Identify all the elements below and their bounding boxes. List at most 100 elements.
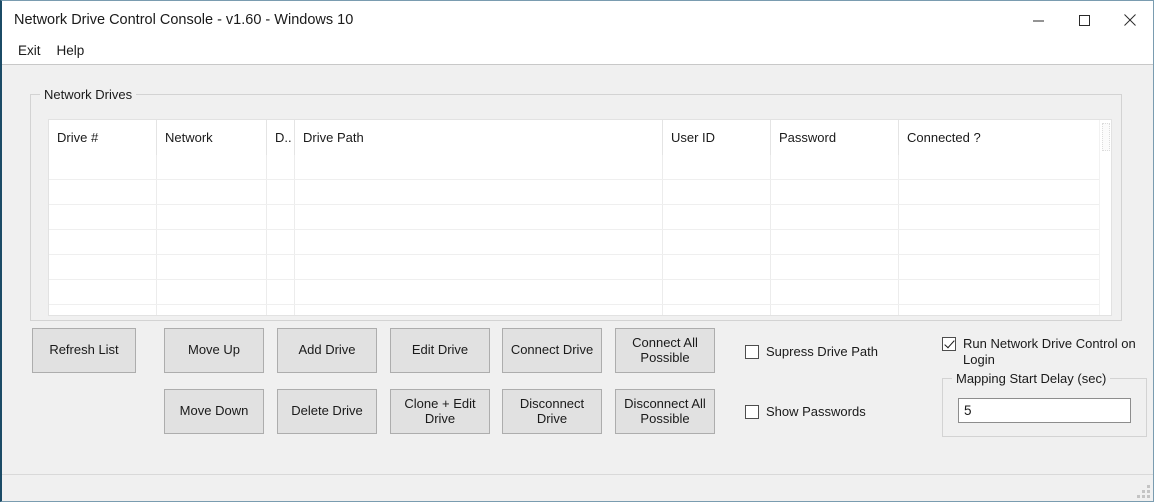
table-cell[interactable] (49, 155, 157, 179)
table-cell[interactable] (267, 255, 295, 279)
close-icon (1123, 13, 1137, 27)
table-cell[interactable] (295, 155, 663, 179)
table-cell[interactable] (295, 205, 663, 229)
table-cell[interactable] (295, 180, 663, 204)
app-window: Network Drive Control Console - v1.60 - … (0, 0, 1154, 502)
table-cell[interactable] (899, 230, 1101, 254)
table-cell[interactable] (771, 155, 899, 179)
run-on-login-label: Run Network Drive Control on Login (963, 336, 1143, 367)
run-on-login-checkbox-row[interactable]: Run Network Drive Control on Login (942, 336, 1147, 367)
column-header-connected[interactable]: Connected ? (899, 120, 1101, 155)
minimize-icon (1032, 14, 1045, 27)
table-cell[interactable] (49, 180, 157, 204)
table-cell[interactable] (267, 155, 295, 179)
table-cell[interactable] (771, 255, 899, 279)
table-row[interactable] (49, 230, 1111, 255)
table-row[interactable] (49, 205, 1111, 230)
table-cell[interactable] (663, 255, 771, 279)
disconnect-drive-button[interactable]: Disconnect Drive (502, 389, 602, 434)
table-cell[interactable] (771, 305, 899, 316)
table-cell[interactable] (295, 230, 663, 254)
table-cell[interactable] (899, 305, 1101, 316)
table-row[interactable] (49, 155, 1111, 180)
table-cell[interactable] (49, 255, 157, 279)
table-cell[interactable] (899, 280, 1101, 304)
mapping-start-delay-label: Mapping Start Delay (sec) (952, 371, 1110, 386)
table-cell[interactable] (663, 280, 771, 304)
maximize-button[interactable] (1061, 1, 1107, 39)
connect-all-possible-button[interactable]: Connect All Possible (615, 328, 715, 373)
column-header-user-id[interactable]: User ID (663, 120, 771, 155)
table-cell[interactable] (899, 155, 1101, 179)
table-cell[interactable] (157, 255, 267, 279)
column-header-drive-path[interactable]: Drive Path (295, 120, 663, 155)
column-header-d[interactable]: D.. (267, 120, 295, 155)
table-cell[interactable] (157, 180, 267, 204)
table-row[interactable] (49, 255, 1111, 280)
column-header-password[interactable]: Password (771, 120, 899, 155)
table-cell[interactable] (157, 230, 267, 254)
table-cell[interactable] (295, 255, 663, 279)
supress-drive-path-label: Supress Drive Path (766, 344, 878, 360)
table-cell[interactable] (771, 180, 899, 204)
window-controls (1015, 1, 1153, 39)
edit-drive-button[interactable]: Edit Drive (390, 328, 490, 373)
table-cell[interactable] (49, 230, 157, 254)
menu-bar: Exit Help (2, 39, 1153, 62)
run-on-login-checkbox[interactable] (942, 337, 956, 351)
table-cell[interactable] (899, 205, 1101, 229)
table-cell[interactable] (267, 230, 295, 254)
table-cell[interactable] (267, 180, 295, 204)
disconnect-all-possible-button[interactable]: Disconnect All Possible (615, 389, 715, 434)
table-cell[interactable] (295, 305, 663, 316)
table-row[interactable] (49, 305, 1111, 316)
show-passwords-checkbox[interactable] (745, 405, 759, 419)
table-cell[interactable] (267, 280, 295, 304)
table-cell[interactable] (771, 280, 899, 304)
show-passwords-checkbox-row[interactable]: Show Passwords (745, 404, 866, 420)
table-cell[interactable] (663, 205, 771, 229)
table-cell[interactable] (899, 255, 1101, 279)
supress-drive-path-checkbox-row[interactable]: Supress Drive Path (745, 344, 878, 360)
table-cell[interactable] (663, 180, 771, 204)
network-drives-table[interactable]: Drive # Network D.. Drive Path User ID P… (48, 119, 1112, 316)
table-cell[interactable] (663, 230, 771, 254)
table-scrollbar-thumb[interactable] (1102, 123, 1110, 151)
delete-drive-button[interactable]: Delete Drive (277, 389, 377, 434)
refresh-list-button[interactable]: Refresh List (32, 328, 136, 373)
close-button[interactable] (1107, 1, 1153, 39)
mapping-start-delay-input[interactable]: 5 (958, 398, 1131, 423)
add-drive-button[interactable]: Add Drive (277, 328, 377, 373)
table-cell[interactable] (663, 305, 771, 316)
table-row[interactable] (49, 280, 1111, 305)
table-cell[interactable] (295, 280, 663, 304)
resize-grip-icon[interactable] (1136, 485, 1150, 499)
column-header-network[interactable]: Network (157, 120, 267, 155)
column-header-drive-number[interactable]: Drive # (49, 120, 157, 155)
table-cell[interactable] (157, 155, 267, 179)
move-up-button[interactable]: Move Up (164, 328, 264, 373)
menu-item-help[interactable]: Help (49, 41, 93, 60)
table-cell[interactable] (771, 205, 899, 229)
table-vertical-scrollbar[interactable] (1099, 120, 1111, 315)
table-cell[interactable] (49, 280, 157, 304)
maximize-icon (1078, 14, 1091, 27)
minimize-button[interactable] (1015, 1, 1061, 39)
table-cell[interactable] (157, 205, 267, 229)
menu-item-exit[interactable]: Exit (10, 41, 49, 60)
title-bar: Network Drive Control Console - v1.60 - … (2, 1, 1153, 39)
table-cell[interactable] (267, 305, 295, 316)
table-cell[interactable] (49, 305, 157, 316)
table-cell[interactable] (771, 230, 899, 254)
clone-edit-drive-button[interactable]: Clone + Edit Drive (390, 389, 490, 434)
table-cell[interactable] (49, 205, 157, 229)
move-down-button[interactable]: Move Down (164, 389, 264, 434)
connect-drive-button[interactable]: Connect Drive (502, 328, 602, 373)
supress-drive-path-checkbox[interactable] (745, 345, 759, 359)
table-cell[interactable] (157, 280, 267, 304)
table-cell[interactable] (157, 305, 267, 316)
table-row[interactable] (49, 180, 1111, 205)
table-cell[interactable] (267, 205, 295, 229)
table-cell[interactable] (899, 180, 1101, 204)
table-cell[interactable] (663, 155, 771, 179)
